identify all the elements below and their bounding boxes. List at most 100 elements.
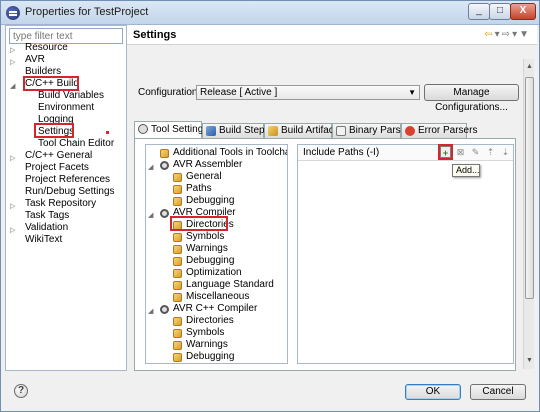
tool-icon <box>173 197 182 206</box>
marker-dot <box>106 131 109 134</box>
vertical-scrollbar[interactable]: ▲ ▼ <box>523 59 534 369</box>
tool-icon <box>173 341 182 350</box>
tool-icon <box>173 185 182 194</box>
gear-icon <box>138 124 148 134</box>
configuration-label: Configuration: <box>138 87 201 98</box>
highlight-box <box>170 216 228 231</box>
sidebar-item-project-facets[interactable]: Project Facets <box>25 162 89 174</box>
sidebar-item-build-variables[interactable]: Build Variables <box>38 90 104 102</box>
sidebar-item-resource[interactable]: Resource <box>25 42 68 54</box>
toolchain-tree: Additional Tools in Toolchain ◢ AVR Asse… <box>145 144 288 364</box>
maximize-button[interactable]: □ <box>489 3 511 20</box>
tool-icon <box>173 317 182 326</box>
toolchain-item-avr-assembler[interactable]: AVR Assembler <box>173 159 242 171</box>
delete-path-icon[interactable]: ⊠ <box>455 146 466 158</box>
gear-icon <box>160 209 169 218</box>
toolchain-item-directories[interactable]: Directories <box>186 315 234 327</box>
window-title: Properties for TestProject <box>25 6 149 18</box>
toolchain-item-optimization[interactable]: Optimization <box>186 267 242 279</box>
toolchain-item-symbols[interactable]: Symbols <box>186 231 224 243</box>
sidebar-item-task-repository[interactable]: Task Repository <box>25 198 96 210</box>
toolchain-item-debugging[interactable]: Debugging <box>186 195 234 207</box>
tab-build-artifact[interactable]: Build Artifact <box>264 123 337 138</box>
toolchain-item-warnings[interactable]: Warnings <box>186 339 228 351</box>
scroll-thumb[interactable] <box>525 77 534 299</box>
page-title: Settings <box>133 29 177 41</box>
tab-binary-parsers[interactable]: Binary Parsers <box>332 123 415 138</box>
sidebar-item-run-debug[interactable]: Run/Debug Settings <box>25 186 115 198</box>
back-arrow-icon[interactable]: ⇦ <box>484 29 494 40</box>
gear-icon <box>160 305 169 314</box>
sidebar-item-tool-chain-editor[interactable]: Tool Chain Editor <box>38 138 114 150</box>
tool-icon <box>173 245 182 254</box>
toolchain-item-miscellaneous[interactable]: Miscellaneous <box>186 291 249 303</box>
sidebar-item-environment[interactable]: Environment <box>38 102 94 114</box>
sidebar-item-task-tags[interactable]: Task Tags <box>25 210 69 222</box>
tool-icon <box>173 329 182 338</box>
minimize-button[interactable]: _ <box>468 3 490 20</box>
toolchain-item-general[interactable]: General <box>186 171 222 183</box>
forward-arrow-icon[interactable]: ⇨ <box>502 29 512 40</box>
include-paths-pane: Include Paths (-I) + ⊠ ✎ ⇡ ⇣ Add... <box>297 144 514 364</box>
collapse-arrow-icon[interactable]: ◢ <box>10 82 15 90</box>
sidebar-item-cpp-general[interactable]: C/C++ General <box>25 150 92 162</box>
eclipse-icon <box>6 6 20 20</box>
add-path-icon[interactable]: + <box>440 146 451 158</box>
expand-arrow-icon[interactable]: ▷ <box>10 154 15 162</box>
expand-arrow-icon[interactable]: ▷ <box>10 202 15 210</box>
tool-icon <box>160 149 169 158</box>
dialog-footer: ? OK Cancel <box>1 371 539 411</box>
toolchain-item-debugging[interactable]: Debugging <box>186 255 234 267</box>
history-nav[interactable]: ⇦▾⇨▾▼ <box>484 29 531 40</box>
expand-arrow-icon[interactable]: ▷ <box>10 226 15 234</box>
manage-configurations-button[interactable]: Manage Configurations... <box>424 84 519 113</box>
tool-icon <box>173 173 182 182</box>
tab-build-steps[interactable]: Build Steps <box>202 123 270 138</box>
collapse-arrow-icon[interactable]: ◢ <box>148 211 153 219</box>
tab-error-parsers[interactable]: Error Parsers <box>401 123 477 138</box>
cancel-button[interactable]: Cancel <box>470 384 526 400</box>
move-up-icon[interactable]: ⇡ <box>485 146 496 158</box>
ok-button[interactable]: OK <box>405 384 461 400</box>
toolchain-item-additional-tools[interactable]: Additional Tools in Toolchain <box>173 147 287 159</box>
tab-label: Build Steps <box>219 125 270 136</box>
sidebar-item-wikitext[interactable]: WikiText <box>25 234 62 246</box>
error-icon <box>405 126 415 136</box>
tool-icon <box>173 353 182 362</box>
view-menu-icon[interactable]: ▼ <box>519 29 531 40</box>
settings-page: Settings ⇦▾⇨▾▼ Configuration: Release [ … <box>127 25 537 371</box>
build-steps-icon <box>206 126 216 136</box>
sidebar-item-project-references[interactable]: Project References <box>25 174 110 186</box>
sidebar-item-avr[interactable]: AVR <box>25 54 45 66</box>
toolchain-item-symbols[interactable]: Symbols <box>186 327 224 339</box>
scroll-down-icon[interactable]: ▼ <box>525 356 534 366</box>
tool-icon <box>173 269 182 278</box>
help-button[interactable]: ? <box>14 384 28 398</box>
sidebar-item-validation[interactable]: Validation <box>25 222 68 234</box>
highlight-box <box>34 123 74 138</box>
tab-tool-settings[interactable]: Tool Settings <box>134 121 208 139</box>
expand-arrow-icon[interactable]: ▷ <box>10 46 15 54</box>
toolchain-item-warnings[interactable]: Warnings <box>186 243 228 255</box>
scroll-up-icon[interactable]: ▲ <box>525 62 534 72</box>
configuration-select[interactable]: Release [ Active ] ▼ <box>196 85 420 100</box>
configuration-value: Release [ Active ] <box>200 87 278 98</box>
title-bar[interactable]: Properties for TestProject _ □ X <box>1 1 539 25</box>
toolchain-item-paths[interactable]: Paths <box>186 183 212 195</box>
tool-settings-panel: Additional Tools in Toolchain ◢ AVR Asse… <box>134 138 516 371</box>
toolchain-item-avr-cpp-compiler[interactable]: AVR C++ Compiler <box>173 303 257 315</box>
tool-icon <box>173 281 182 290</box>
toolchain-item-debugging[interactable]: Debugging <box>186 351 234 363</box>
include-paths-label: Include Paths (-I) <box>303 147 380 158</box>
close-button[interactable]: X <box>510 3 536 20</box>
include-paths-header: Include Paths (-I) + ⊠ ✎ ⇡ ⇣ <box>298 144 513 161</box>
binary-file-icon <box>336 126 346 136</box>
properties-tree: ▷ Resource ▷ AVR Builders ◢ C/C++ Build … <box>5 25 127 371</box>
move-down-icon[interactable]: ⇣ <box>500 146 511 158</box>
properties-window: Properties for TestProject _ □ X ▷ Resou… <box>0 0 540 412</box>
toolchain-item-language-standard[interactable]: Language Standard <box>186 279 274 291</box>
collapse-arrow-icon[interactable]: ◢ <box>148 163 153 171</box>
edit-path-icon[interactable]: ✎ <box>470 146 481 158</box>
expand-arrow-icon[interactable]: ▷ <box>10 58 15 66</box>
collapse-arrow-icon[interactable]: ◢ <box>148 307 153 315</box>
